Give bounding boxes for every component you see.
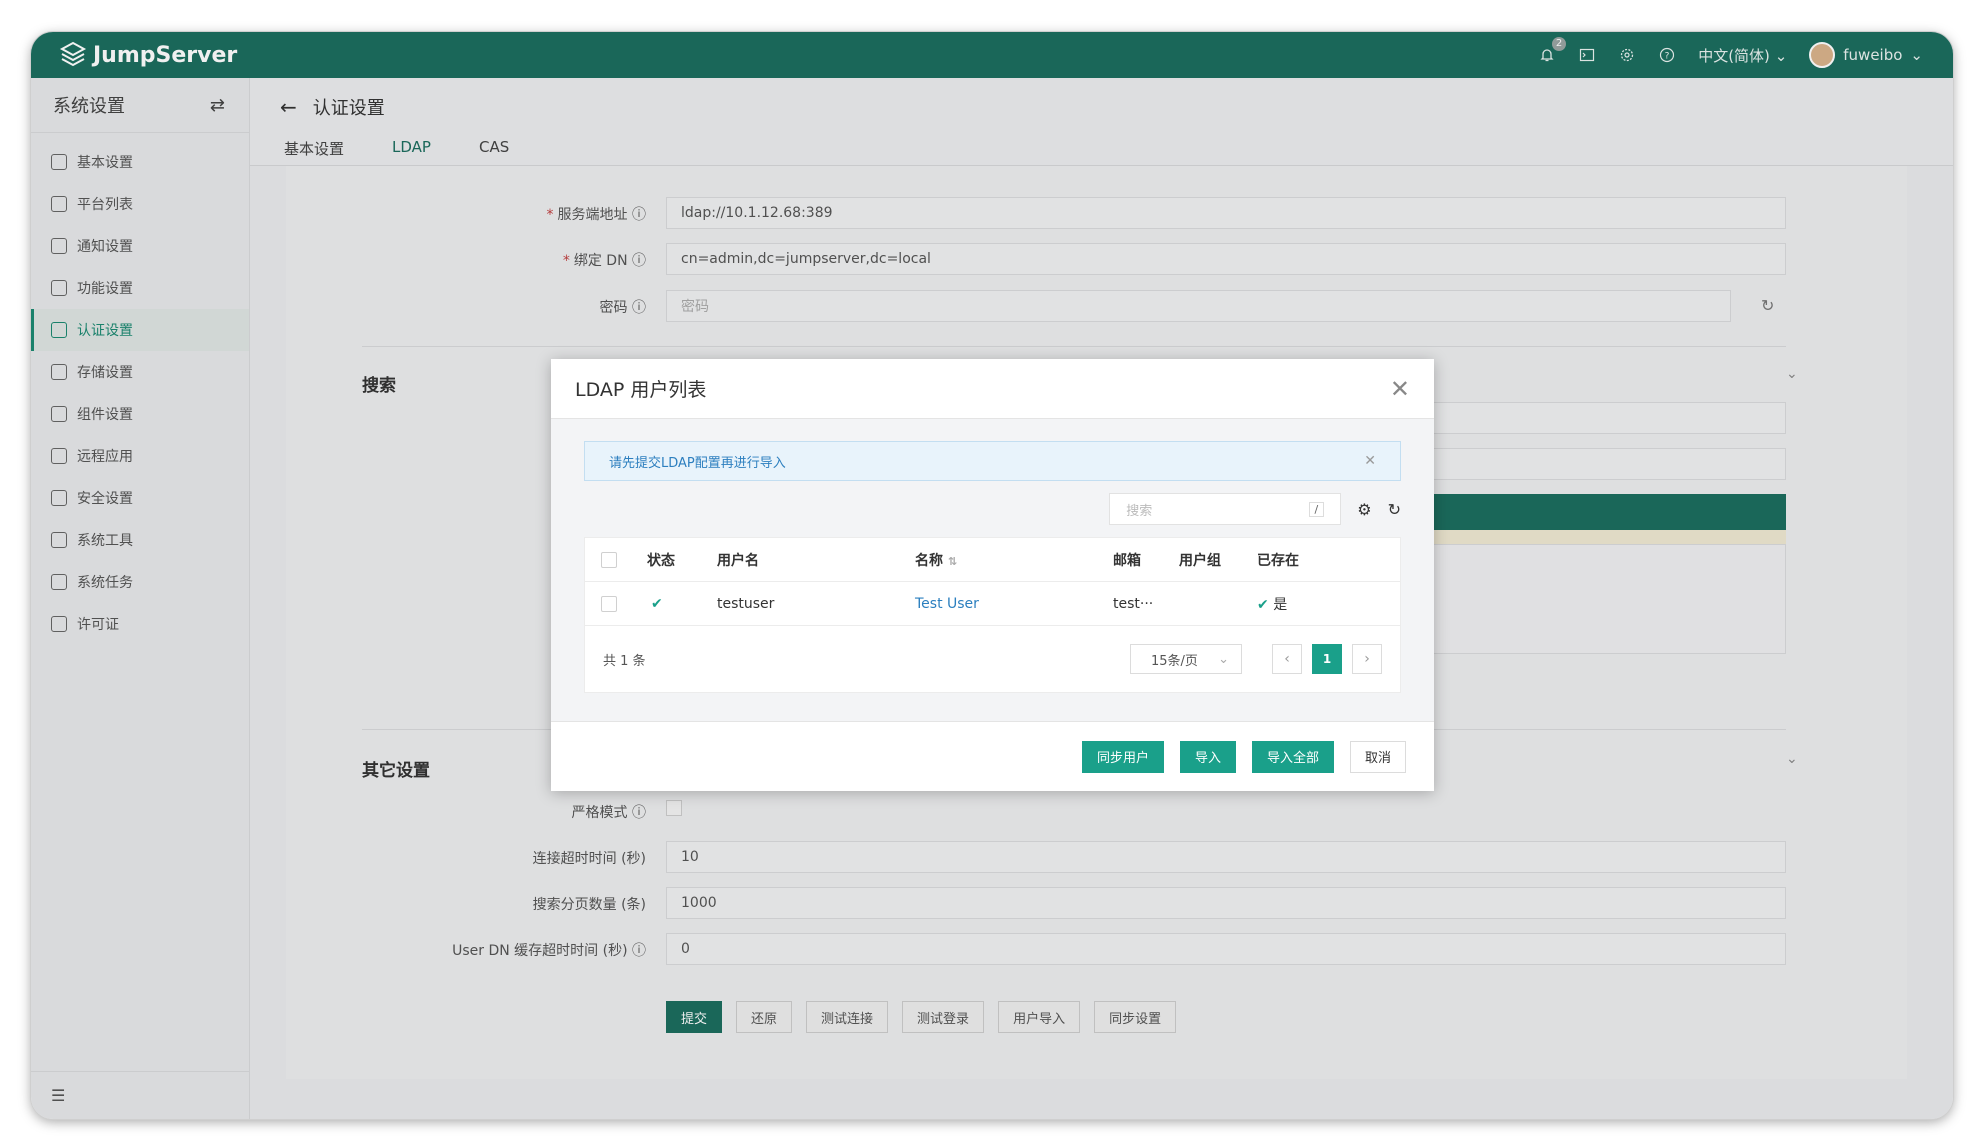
sort-icon: ⇅ — [947, 554, 958, 568]
import-all-button[interactable]: 导入全部 — [1251, 740, 1334, 773]
check-icon: ✔ — [651, 595, 663, 612]
check-circle-icon: ✔ — [1257, 596, 1269, 613]
table-row[interactable]: ✔ testuser Test User test··· ✔ 是 — [585, 582, 1400, 626]
page-size-value: 15条/页 — [1151, 653, 1198, 669]
pagination: 共 1 条 15条/页 ⌄ ‹ 1 › — [585, 626, 1400, 692]
col-group: 用户组 — [1179, 552, 1221, 569]
chevron-down-icon: ⌄ — [1218, 651, 1229, 667]
alert-text: 请先提交LDAP配置再进行导入 — [609, 455, 786, 471]
page-size-select[interactable]: 15条/页 ⌄ — [1130, 644, 1242, 674]
table-header: 状态 用户名 名称 ⇅ 邮箱 用户组 已存在 — [585, 538, 1400, 582]
close-icon[interactable]: ✕ — [1390, 375, 1410, 403]
prev-page-button[interactable]: ‹ — [1272, 644, 1302, 674]
info-alert: 请先提交LDAP配置再进行导入 ✕ — [584, 441, 1401, 481]
ldap-user-list-modal: LDAP 用户列表 ✕ 请先提交LDAP配置再进行导入 ✕ 搜索 / ⚙ ↻ 状… — [551, 359, 1434, 791]
col-status: 状态 — [647, 552, 675, 569]
name-cell[interactable]: Test User — [915, 596, 1113, 612]
modal-title: LDAP 用户列表 — [575, 379, 707, 401]
sync-users-button[interactable]: 同步用户 — [1081, 740, 1164, 773]
gear-icon[interactable]: ⚙ — [1357, 500, 1371, 519]
col-username: 用户名 — [717, 552, 759, 569]
col-name[interactable]: 名称 ⇅ — [915, 550, 1113, 570]
select-all-checkbox[interactable] — [601, 551, 617, 568]
modal-header: LDAP 用户列表 ✕ — [551, 359, 1434, 419]
refresh-icon[interactable]: ↻ — [1388, 500, 1401, 519]
email-cell: test··· — [1113, 595, 1154, 612]
row-checkbox[interactable] — [601, 595, 617, 612]
modal-footer: 同步用户 导入 导入全部 取消 — [551, 721, 1434, 791]
next-page-button[interactable]: › — [1352, 644, 1382, 674]
close-icon[interactable]: ✕ — [1364, 453, 1376, 469]
total-count: 共 1 条 — [603, 653, 646, 669]
exists-cell: ✔ 是 — [1257, 596, 1288, 613]
table-toolbar: 搜索 / ⚙ ↻ — [584, 493, 1401, 525]
search-placeholder: 搜索 — [1126, 503, 1153, 519]
col-exists: 已存在 — [1257, 552, 1299, 569]
modal-body: 请先提交LDAP配置再进行导入 ✕ 搜索 / ⚙ ↻ 状态 用户名 名称 ⇅ 邮… — [551, 419, 1434, 721]
cancel-button[interactable]: 取消 — [1349, 740, 1406, 773]
col-email: 邮箱 — [1113, 552, 1141, 569]
hotkey-hint: / — [1308, 501, 1325, 517]
import-button[interactable]: 导入 — [1179, 740, 1236, 773]
page-number[interactable]: 1 — [1312, 644, 1342, 674]
search-input[interactable]: 搜索 / — [1109, 493, 1342, 525]
user-table: 状态 用户名 名称 ⇅ 邮箱 用户组 已存在 ✔ testuser Test U… — [584, 537, 1401, 693]
username-cell: testuser — [717, 595, 775, 612]
